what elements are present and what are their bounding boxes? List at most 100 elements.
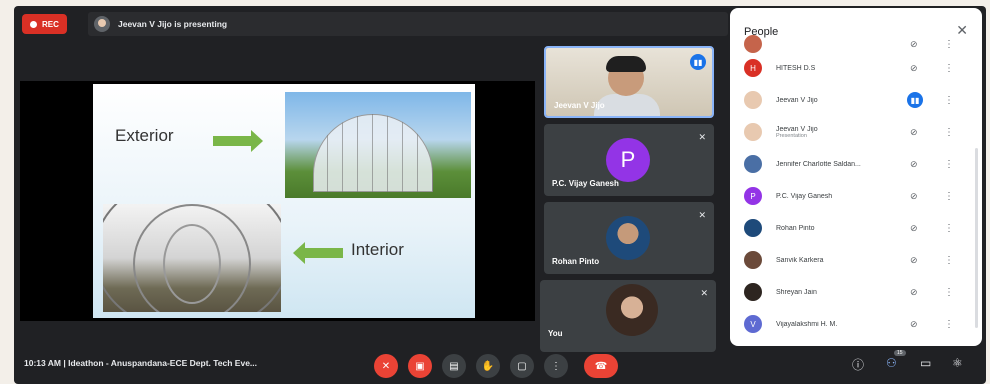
participant-name: P.C. Vijay Ganesh [776, 193, 901, 200]
more-options-icon[interactable]: ⋮ [944, 95, 954, 106]
presentation-slide: Exterior Interior [93, 84, 475, 318]
participant-tile[interactable]: ✕ Rohan Pinto [544, 202, 714, 274]
avatar: H [744, 59, 762, 77]
interior-label: Interior [351, 240, 404, 259]
avatar [744, 283, 762, 301]
participant-name: Rohan Pinto [552, 257, 600, 266]
participant-name-text: Rohan Pinto [776, 224, 815, 232]
mic-off-icon[interactable]: ⊘ [910, 255, 918, 266]
avatar: P [606, 138, 650, 182]
mic-off-icon[interactable]: ⊘ [910, 127, 918, 138]
mic-off-icon[interactable]: ⊘ [910, 223, 918, 234]
avatar [606, 216, 650, 260]
participant-name: Sanvik Karkera [776, 257, 901, 264]
present-button[interactable]: ▢ [510, 354, 534, 378]
meeting-details-icon[interactable]: ⓘ [852, 356, 864, 373]
mic-off-icon: ✕ [698, 132, 706, 142]
participant-name: Jeevan V Jijo [554, 101, 605, 110]
more-options-button[interactable]: ⋮ [544, 354, 568, 378]
mic-off-icon[interactable]: ⊘ [910, 39, 918, 50]
self-view-tile[interactable]: ✕ You [540, 280, 716, 352]
participant-name: Jeevan V Jijo Presentation [776, 126, 901, 139]
avatar [744, 35, 762, 53]
greenhouse-ribs [313, 114, 433, 192]
more-options-icon[interactable]: ⋮ [944, 319, 954, 330]
people-count-badge: 15 [894, 350, 906, 356]
participant-name-text: Jennifer Charlotte Saldan... [776, 160, 861, 168]
chat-icon[interactable]: ▭ [920, 356, 931, 370]
participant-name: P.C. Vijay Ganesh [552, 179, 619, 188]
presentation-stage: Exterior Interior [20, 81, 535, 321]
more-options-icon[interactable]: ⋮ [944, 287, 954, 298]
more-options-icon[interactable]: ⋮ [944, 255, 954, 266]
participant-row[interactable]: H HITESH D.S ⊘ ⋮ [730, 52, 970, 84]
camera-person-head [606, 56, 646, 96]
camera-toggle-button[interactable]: ▣ [408, 354, 432, 378]
participant-name-text: P.C. Vijay Ganesh [776, 192, 833, 200]
mic-off-icon[interactable]: ⊘ [910, 159, 918, 170]
avatar [744, 123, 762, 141]
meet-window: REC Jeevan V Jijo is presenting Exterior… [14, 6, 986, 384]
avatar: V [744, 315, 762, 333]
mic-off-icon[interactable]: ⊘ [910, 319, 918, 330]
avatar [744, 155, 762, 173]
participant-name-text: Shreyan Jain [776, 288, 817, 296]
presenter-avatar [94, 16, 110, 32]
mic-toggle-button[interactable]: ✕ [374, 354, 398, 378]
left-arrow-icon [293, 242, 343, 264]
more-options-icon[interactable]: ⋮ [944, 63, 954, 74]
avatar [744, 251, 762, 269]
activities-icon[interactable]: ⚛ [952, 356, 963, 370]
avatar [744, 219, 762, 237]
more-options-icon[interactable]: ⋮ [944, 191, 954, 202]
exterior-label: Exterior [115, 126, 174, 145]
scrollbar[interactable] [975, 148, 978, 328]
participant-tile[interactable]: ✕ P P.C. Vijay Ganesh [544, 124, 714, 196]
presenting-indicator: Jeevan V Jijo is presenting [94, 14, 227, 34]
mic-off-icon[interactable]: ⊘ [910, 191, 918, 202]
more-options-icon[interactable]: ⋮ [944, 127, 954, 138]
mic-off-icon[interactable]: ⊘ [910, 287, 918, 298]
more-options-icon[interactable]: ⋮ [944, 159, 954, 170]
raise-hand-button[interactable]: ✋ [476, 354, 500, 378]
participant-row[interactable]: Rohan Pinto ⊘ ⋮ [730, 212, 970, 244]
participant-row[interactable]: P P.C. Vijay Ganesh ⊘ ⋮ [730, 180, 970, 212]
avatar-letter: P [620, 147, 636, 172]
speaking-indicator-icon[interactable]: ▮▮ [907, 92, 923, 108]
meeting-info: 10:13 AM | Ideathon - Anuspandana-ECE De… [24, 358, 258, 368]
captions-button[interactable]: ▤ [442, 354, 466, 378]
participant-name-text: Sanvik Karkera [776, 256, 824, 264]
participant-tile[interactable]: ▮▮ Jeevan V Jijo [544, 46, 714, 118]
participant-name-text: Vijayalakshmi H. M. [776, 320, 838, 328]
participant-name-text: Jeevan V Jijo [776, 96, 818, 104]
avatar [606, 284, 658, 336]
participant-name: Rohan Pinto [776, 225, 901, 232]
more-options-icon[interactable]: ⋮ [944, 223, 954, 234]
participant-subtitle: Presentation [776, 132, 807, 139]
mic-off-icon: ✕ [700, 288, 708, 298]
participant-name-text: HITESH D.S [776, 64, 816, 72]
mic-off-icon[interactable]: ⊘ [910, 63, 918, 74]
leave-call-button[interactable]: ☎ [584, 354, 618, 378]
greenhouse-arch [163, 224, 221, 304]
more-options-icon[interactable]: ⋮ [944, 39, 954, 50]
exterior-greenhouse-photo [285, 92, 471, 198]
participant-row[interactable]: Jennifer Charlotte Saldan... ⊘ ⋮ [730, 148, 970, 180]
participant-row[interactable]: Jeevan V Jijo ▮▮ ⋮ [730, 84, 970, 116]
participant-name: Jennifer Charlotte Saldan... [776, 161, 901, 168]
rec-label: REC [42, 19, 59, 29]
participant-name: Vijayalakshmi H. M. [776, 321, 901, 328]
speaking-indicator-icon: ▮▮ [690, 54, 706, 70]
interior-greenhouse-photo [103, 204, 281, 312]
participant-name-text: Jeevan V Jijo [776, 125, 818, 133]
participant-name: HITESH D.S [776, 65, 901, 72]
participant-name: You [548, 329, 563, 338]
bottom-bar: 10:13 AM | Ideathon - Anuspandana-ECE De… [14, 348, 986, 384]
participant-row[interactable]: Sanvik Karkera ⊘ ⋮ [730, 244, 970, 276]
participant-name: Jeevan V Jijo [776, 97, 901, 104]
participant-row[interactable]: Shreyan Jain ⊘ ⋮ [730, 276, 970, 308]
participant-row[interactable]: Jeevan V Jijo Presentation ⊘ ⋮ [730, 116, 970, 148]
participant-row[interactable]: V Vijayalakshmi H. M. ⊘ ⋮ [730, 308, 970, 340]
people-panel: People ✕ ⊘ ⋮ H HITESH D.S ⊘ ⋮ Jeevan V Jijo ▮▮ ⋮… [730, 8, 982, 346]
people-icon[interactable]: ⚇ 15 [886, 350, 906, 370]
